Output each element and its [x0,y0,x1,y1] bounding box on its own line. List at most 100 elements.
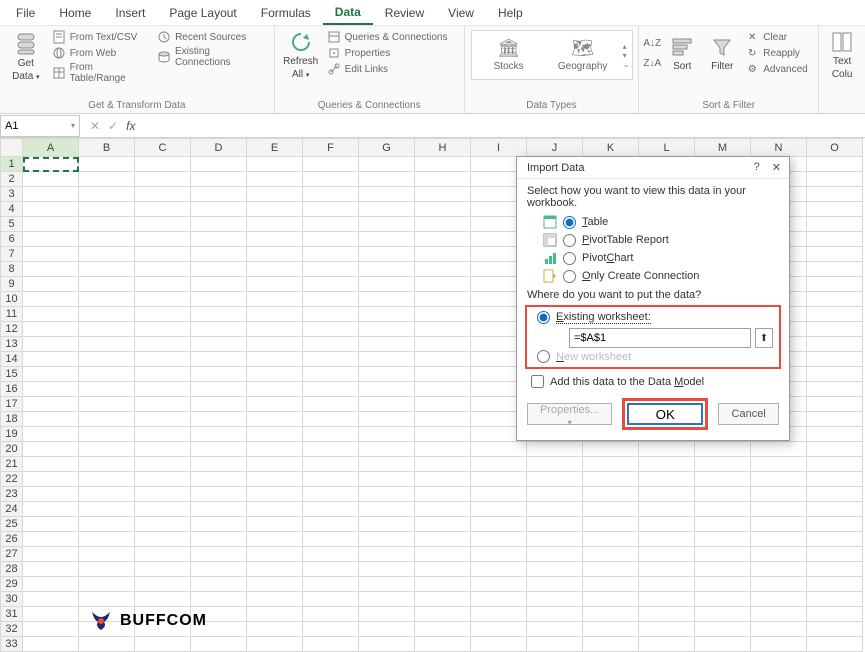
cell[interactable] [359,442,415,457]
cell[interactable] [359,457,415,472]
cell[interactable] [751,442,807,457]
cell[interactable] [415,532,471,547]
cell[interactable] [303,472,359,487]
cell[interactable] [751,487,807,502]
cell[interactable] [247,277,303,292]
cell[interactable] [527,472,583,487]
column-header[interactable]: K [583,139,639,157]
column-header[interactable]: N [751,139,807,157]
cell[interactable] [23,217,79,232]
cell[interactable] [583,607,639,622]
cell[interactable] [23,592,79,607]
cell[interactable] [471,472,527,487]
cell[interactable] [359,277,415,292]
cell[interactable] [695,547,751,562]
cell[interactable] [303,592,359,607]
row-header[interactable]: 29 [1,577,23,592]
cell[interactable] [359,412,415,427]
cell[interactable] [415,472,471,487]
menu-page-layout[interactable]: Page Layout [157,2,248,24]
cell[interactable] [303,232,359,247]
cell[interactable] [807,622,863,637]
cell[interactable] [807,292,863,307]
cell[interactable] [303,307,359,322]
cell[interactable] [191,232,247,247]
cell[interactable] [415,367,471,382]
cell[interactable] [247,367,303,382]
dialog-help-icon[interactable]: ? [754,161,760,174]
cell[interactable] [135,382,191,397]
cell[interactable] [695,607,751,622]
cell[interactable] [23,307,79,322]
cancel-button[interactable]: Cancel [718,403,779,425]
row-header[interactable]: 23 [1,487,23,502]
cell[interactable] [79,217,135,232]
menu-review[interactable]: Review [373,2,436,24]
row-header[interactable]: 21 [1,457,23,472]
cell[interactable] [359,637,415,652]
cell[interactable] [807,352,863,367]
cell[interactable] [807,277,863,292]
cell[interactable] [471,622,527,637]
cell[interactable] [135,157,191,172]
cell[interactable] [583,457,639,472]
cell[interactable] [359,547,415,562]
cell[interactable] [247,352,303,367]
cell[interactable] [23,202,79,217]
cell[interactable] [415,262,471,277]
cell[interactable] [639,562,695,577]
row-header[interactable]: 31 [1,607,23,622]
cell[interactable] [471,487,527,502]
cell[interactable] [247,427,303,442]
cell[interactable] [191,247,247,262]
cell[interactable] [751,592,807,607]
cell[interactable] [303,502,359,517]
cell[interactable] [807,187,863,202]
cell[interactable] [415,337,471,352]
cell[interactable] [527,622,583,637]
column-header[interactable]: A [23,139,79,157]
cell[interactable] [191,187,247,202]
cell[interactable] [79,532,135,547]
cell[interactable] [639,637,695,652]
cell[interactable] [135,187,191,202]
cell[interactable] [135,412,191,427]
column-header[interactable]: M [695,139,751,157]
option-table[interactable]: Table [527,213,779,231]
cell[interactable] [191,172,247,187]
cell[interactable] [135,472,191,487]
cell[interactable] [639,457,695,472]
cell[interactable] [807,442,863,457]
from-text-csv-button[interactable]: From Text/CSV [52,30,151,44]
cell[interactable] [359,352,415,367]
cell[interactable] [303,607,359,622]
row-header[interactable]: 3 [1,187,23,202]
cell[interactable] [471,532,527,547]
cell[interactable] [23,487,79,502]
data-types-gallery[interactable]: 🏛 Stocks 🗺 Geography ▴▾⌄ [471,30,634,80]
cell[interactable] [247,307,303,322]
cell[interactable] [135,352,191,367]
cell[interactable] [415,202,471,217]
cell[interactable] [303,562,359,577]
cell[interactable] [751,517,807,532]
cell[interactable] [303,382,359,397]
column-header[interactable]: I [471,139,527,157]
cell[interactable] [527,547,583,562]
cell[interactable] [471,607,527,622]
cell[interactable] [583,547,639,562]
cell[interactable] [807,607,863,622]
cell[interactable] [303,247,359,262]
cell[interactable] [415,577,471,592]
cell[interactable] [527,487,583,502]
cell[interactable] [303,622,359,637]
cell[interactable] [79,382,135,397]
cell[interactable] [471,637,527,652]
cell[interactable] [751,457,807,472]
properties-button-dialog[interactable]: Properties... [527,403,612,425]
cell[interactable] [247,457,303,472]
cell[interactable] [303,577,359,592]
cell[interactable] [247,547,303,562]
option-existing-worksheet[interactable]: Existing worksheet: [533,311,773,324]
cell[interactable] [23,337,79,352]
